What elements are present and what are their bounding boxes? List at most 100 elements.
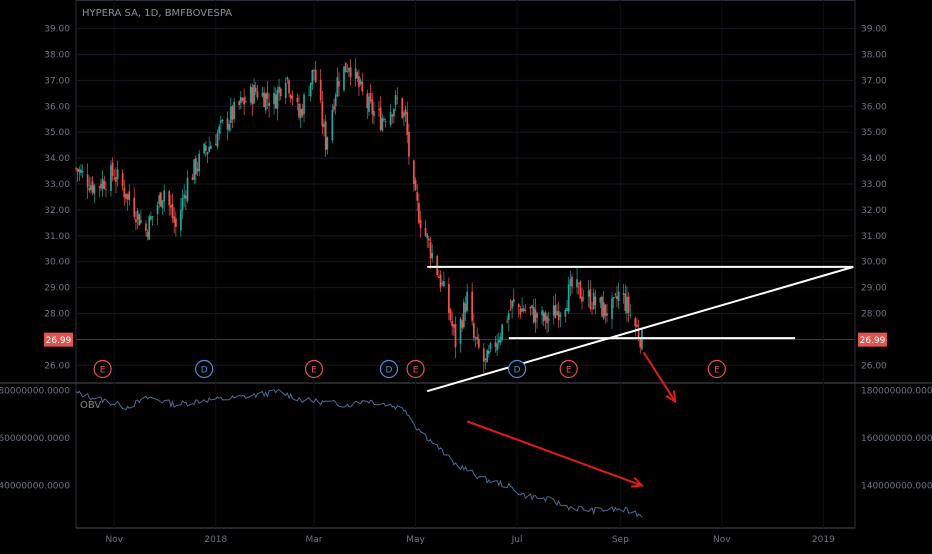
candle-down: [506, 320, 508, 322]
candle-down: [135, 219, 137, 223]
candle-up: [393, 108, 395, 117]
candle-up: [209, 145, 212, 150]
candle-down: [472, 323, 475, 338]
candle-down: [100, 183, 102, 189]
candle-down: [243, 97, 245, 105]
candle-down: [627, 296, 630, 313]
candle-up: [559, 314, 562, 317]
candle-up: [249, 86, 252, 103]
candle-up: [311, 69, 314, 85]
event-marker-label: E: [100, 366, 106, 376]
event-marker-label: E: [566, 366, 572, 376]
candle-up: [343, 66, 345, 91]
candle-up: [431, 253, 434, 259]
candle-down: [571, 276, 573, 287]
candle-down: [384, 121, 387, 123]
candle-up: [181, 197, 184, 211]
candle-down: [604, 304, 607, 316]
candle-down: [321, 101, 324, 127]
candle-up: [496, 343, 498, 351]
time-axis-tick-label: Mar: [306, 535, 323, 545]
candle-down: [314, 69, 317, 83]
candle-up: [443, 281, 445, 287]
price-axis-right-tick-label: 34.00: [861, 154, 887, 164]
candle-down: [519, 308, 522, 315]
obv-axis-left-tick-label: 180000000.0000: [0, 387, 70, 397]
candle-down: [356, 72, 359, 79]
time-axis-tick-label: May: [406, 535, 425, 545]
candle-down: [529, 307, 532, 309]
price-axis-left-tick-label: 30.00: [44, 258, 70, 268]
time-axis-tick-label: Jul: [511, 535, 523, 545]
candle-up: [426, 234, 429, 239]
candle-down: [146, 231, 149, 238]
candle-up: [218, 126, 220, 134]
price-axis-left-tick-label: 28.00: [44, 310, 70, 320]
candle-down: [103, 180, 106, 189]
candle-down: [439, 274, 442, 288]
candle-down: [589, 288, 592, 309]
event-marker-label: E: [311, 366, 317, 376]
candle-up: [273, 92, 275, 105]
candle-down: [313, 69, 315, 72]
candle-up: [547, 318, 550, 321]
candle-up: [564, 309, 567, 317]
price-axis-left-tick-label: 36.00: [44, 102, 70, 112]
candle-up: [511, 300, 513, 309]
candle-down: [577, 282, 580, 284]
candle-down: [91, 181, 94, 193]
candle-up: [368, 96, 370, 112]
candle-down: [86, 174, 89, 188]
candle-down: [509, 309, 512, 311]
candle-down: [251, 87, 254, 105]
candle-up: [587, 290, 590, 297]
candle-up: [101, 178, 104, 190]
candle-down: [471, 291, 474, 321]
candle-up: [602, 302, 605, 319]
candle-down: [461, 320, 464, 328]
candle-down: [268, 102, 270, 107]
candle-down: [138, 214, 141, 226]
candle-down: [76, 168, 79, 172]
candle-down: [88, 187, 91, 191]
candle-up: [276, 89, 279, 110]
candle-down: [333, 106, 335, 110]
candle-down: [256, 91, 259, 98]
candle-down: [338, 81, 340, 87]
price-axis-right-tick-label: 26.00: [861, 361, 887, 371]
candle-down: [452, 324, 455, 328]
candle-down: [291, 95, 294, 100]
candle-up: [126, 194, 129, 200]
candle-up: [383, 118, 385, 121]
candle-up: [148, 216, 151, 240]
candle-up: [334, 95, 337, 107]
candle-down: [591, 308, 593, 309]
time-axis-tick-label: Sep: [612, 535, 629, 545]
candle-up: [611, 298, 613, 319]
candle-down: [115, 177, 117, 182]
obv-indicator-label: OBV: [80, 400, 101, 411]
obv-axis-right-tick-label: 180000000.0000: [861, 387, 932, 397]
candle-up: [219, 120, 222, 123]
candle-up: [239, 97, 242, 104]
price-axis-right-tick-label: 37.00: [861, 76, 887, 86]
candle-up: [556, 311, 558, 315]
candle-up: [233, 101, 235, 119]
candle-down: [494, 342, 497, 347]
candle-down: [349, 67, 352, 78]
candle-up: [278, 86, 280, 93]
candle-up: [373, 110, 375, 116]
candle-down: [477, 338, 480, 348]
price-axis-right-tick-label: 28.00: [861, 310, 887, 320]
candle-down: [105, 189, 107, 191]
candle-down: [214, 143, 217, 146]
candle-down: [98, 186, 101, 188]
candle-up: [626, 296, 628, 314]
candle-down: [288, 80, 290, 94]
candle-up: [206, 152, 209, 155]
candle-down: [128, 191, 131, 201]
candle-up: [186, 177, 189, 202]
candle-down: [204, 145, 207, 151]
price-axis-right-tick-label: 39.00: [861, 25, 887, 35]
candle-up: [326, 137, 329, 150]
